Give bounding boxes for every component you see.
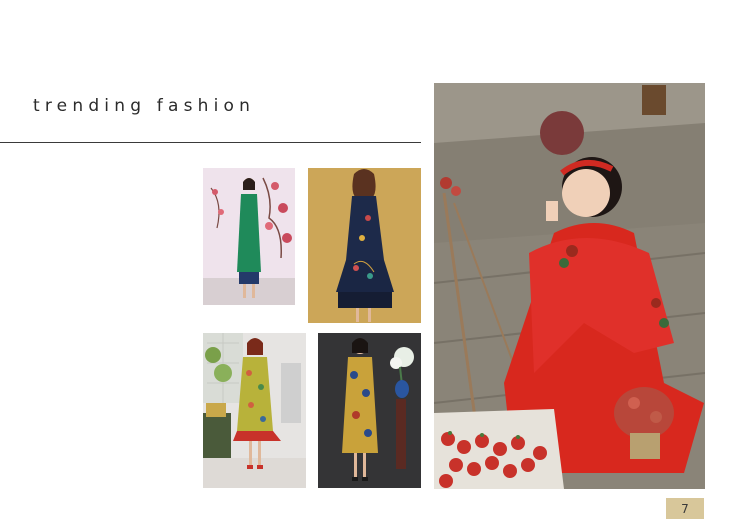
photo-floral-dress <box>203 333 306 488</box>
photo-red-dress <box>434 83 705 489</box>
page-title: trending fashion <box>33 96 256 116</box>
page-number: 7 <box>681 501 689 516</box>
title-divider <box>0 142 421 143</box>
photo-floral-ao-dai <box>318 333 421 488</box>
page: trending fashion 7 <box>0 0 736 520</box>
page-number-badge: 7 <box>666 498 704 519</box>
photo-green-dress <box>203 168 295 305</box>
photo-navy-dress <box>308 168 421 323</box>
